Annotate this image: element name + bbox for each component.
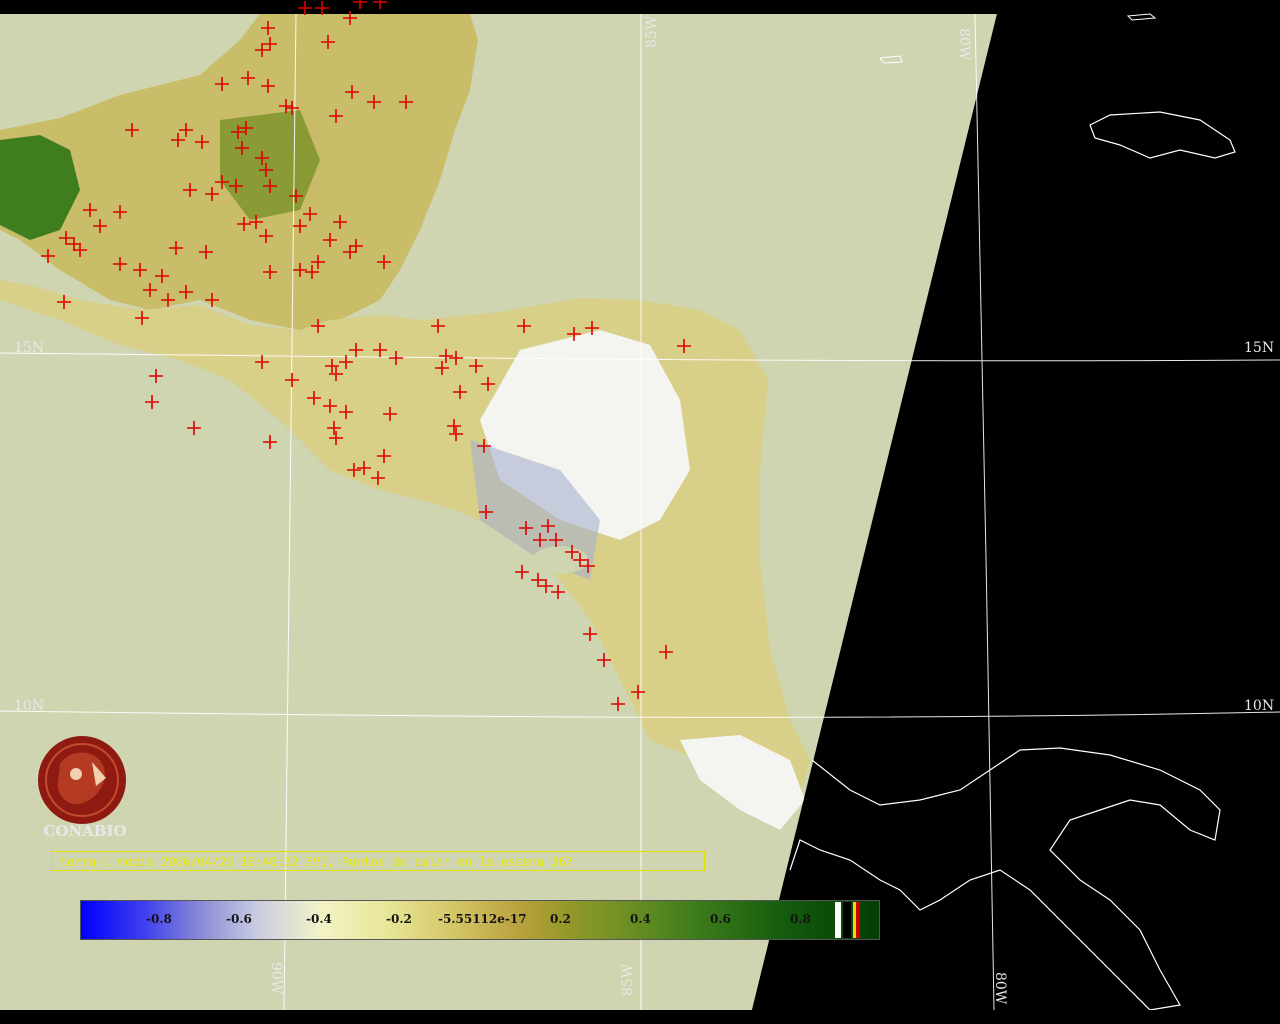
colorbar-end-red [856, 902, 860, 938]
label-lon-80-bottom: 80W [992, 972, 1008, 1005]
label-lat-10-left: 10N [14, 698, 44, 714]
colorbar-tick: 0.2 [550, 912, 571, 926]
map-viewer: 15N 15N 10N 10N 85W 80W 90W 85W 80W CONA… [0, 0, 1280, 1024]
label-lon-90-bottom: 90W [268, 962, 284, 995]
label-lon-85-bottom: 85W [620, 963, 636, 996]
colorbar-end-black [843, 902, 851, 938]
colorbar-tick: -5.55112e-17 [438, 912, 527, 926]
scene-caption: terra-1 modis 2006/04/20 16:40:32 EVI, P… [51, 851, 705, 871]
colorbar-tick: -0.4 [306, 912, 332, 926]
label-lat-10-right: 10N [1244, 698, 1274, 714]
colorbar-tick: 0.8 [790, 912, 811, 926]
label-lon-85-top: 85W [644, 15, 660, 48]
label-lon-80-top: 80W [956, 28, 972, 61]
colorbar-tick: -0.6 [226, 912, 252, 926]
label-lat-15-left: 15N [14, 340, 44, 356]
organization-name: CONABIO [43, 822, 127, 840]
label-lat-15-right: 15N [1244, 340, 1274, 356]
bottom-border [0, 1010, 1280, 1024]
top-border [0, 0, 1280, 14]
colorbar-tick: 0.4 [630, 912, 651, 926]
colorbar-tick: 0.6 [710, 912, 731, 926]
colorbar-end-white [835, 902, 841, 938]
colorbar-tick: -0.8 [146, 912, 172, 926]
colorbar-tick: -0.2 [386, 912, 412, 926]
